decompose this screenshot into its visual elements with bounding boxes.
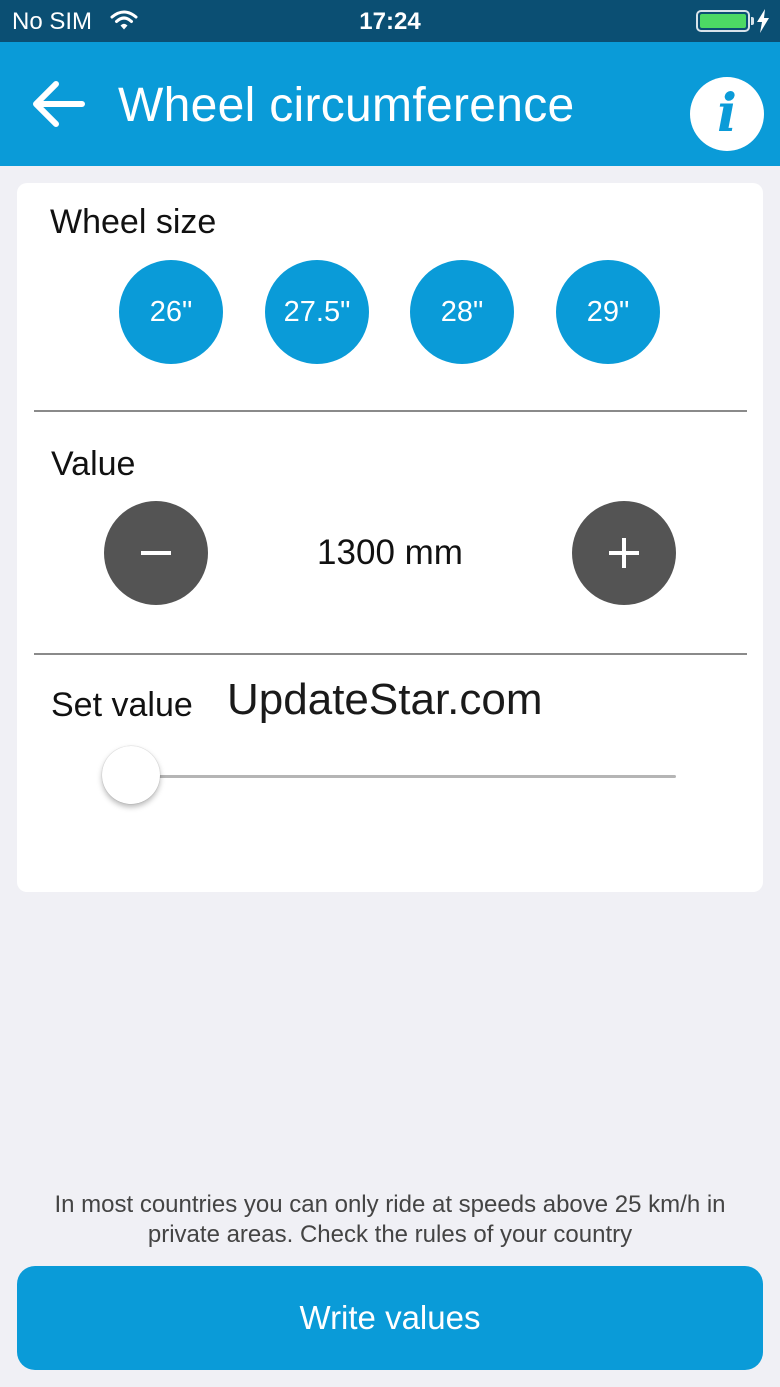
info-button[interactable]: i (690, 77, 764, 151)
wheel-size-label: Wheel size (50, 203, 217, 241)
wheel-size-27-5-button[interactable]: 27.5" (265, 260, 369, 364)
wheel-size-26-button[interactable]: 26" (119, 260, 223, 364)
value-label: Value (51, 445, 136, 483)
settings-card: Wheel size 26" 27.5" 28" 29" Value 1300 … (17, 183, 763, 892)
divider (34, 653, 747, 655)
speed-notice: In most countries you can only ride at s… (54, 1191, 726, 1248)
clock-time: 17:24 (359, 8, 421, 35)
slider-thumb[interactable] (102, 746, 160, 804)
write-values-button[interactable]: Write values (17, 1266, 763, 1370)
page-title: Wheel circumference (118, 79, 575, 132)
battery-tip (751, 17, 754, 25)
wheel-size-29-button[interactable]: 29" (556, 260, 660, 364)
set-value-label: Set value (51, 686, 193, 724)
status-bar: No SIM 17:24 (0, 0, 780, 42)
charging-bolt-icon (757, 9, 769, 33)
battery-fill (700, 14, 746, 28)
battery-icon (696, 10, 750, 32)
slider-track[interactable] (131, 775, 676, 778)
back-arrow-icon[interactable] (28, 74, 88, 134)
divider (34, 410, 747, 412)
wheel-size-28-button[interactable]: 28" (410, 260, 514, 364)
app-header: Wheel circumference i (0, 42, 780, 166)
watermark: UpdateStar.com (227, 675, 543, 724)
plus-icon (609, 538, 639, 568)
increment-button[interactable] (572, 501, 676, 605)
